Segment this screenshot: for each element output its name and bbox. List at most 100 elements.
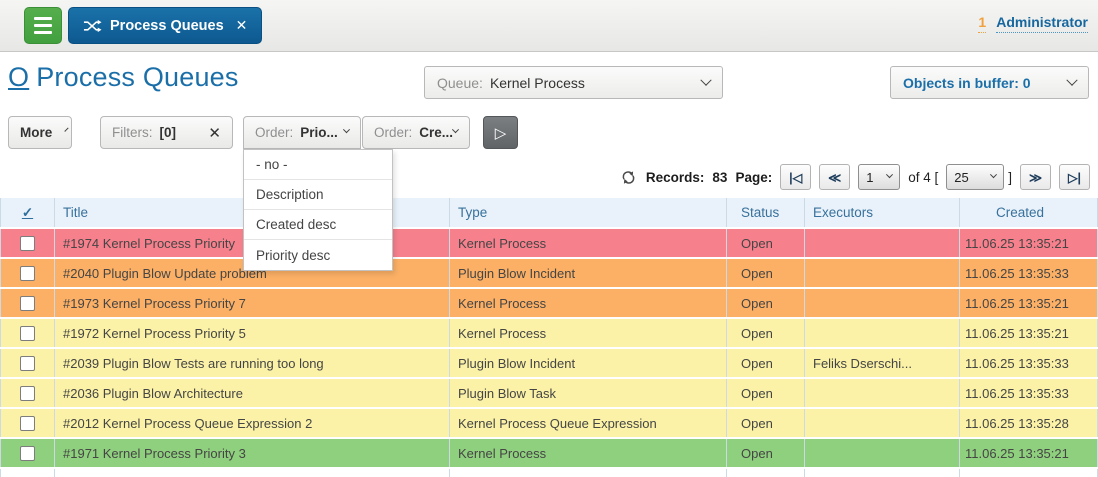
records-label: Records:	[646, 170, 705, 185]
buffer-label: Objects in buffer:	[903, 75, 1019, 91]
menu-button[interactable]	[24, 7, 62, 44]
filters-button[interactable]: Filters: [0] ✕	[100, 116, 233, 149]
cell-executors	[805, 379, 960, 407]
table-row[interactable]: #2036 Plugin Blow Architecture Plugin Bl…	[0, 379, 1098, 407]
cell-status: Open	[727, 409, 805, 437]
header-type[interactable]: Type	[450, 198, 727, 227]
page-of-text: of 4 [	[908, 170, 938, 185]
cell-created: 11.06.25 13:35:33	[960, 379, 1098, 407]
table-row[interactable]: #1971 Kernel Process Priority 3 Kernel P…	[0, 439, 1098, 467]
table-row[interactable]: #1972 Kernel Process Priority 5 Kernel P…	[0, 319, 1098, 347]
dropdown-option-description[interactable]: Description	[244, 180, 392, 210]
header-created[interactable]: Created	[960, 198, 1098, 227]
dropdown-option-no[interactable]: - no -	[244, 150, 392, 180]
app-window: Process Queues ✕ 1 Administrator OProces…	[0, 0, 1098, 477]
dropdown-option-created-desc[interactable]: Created desc	[244, 210, 392, 240]
chevron-down-icon	[452, 126, 459, 133]
header-executors[interactable]: Executors	[805, 198, 960, 227]
cell-status: Open	[727, 229, 805, 257]
row-checkbox[interactable]	[20, 446, 35, 461]
cell-created: 11.06.25 13:35:33	[960, 259, 1098, 287]
cell-executors: Feliks Dserschi...	[805, 349, 960, 377]
cell-title: #1971 Kernel Process Priority 3	[55, 439, 450, 467]
cell-created: 11.06.25 13:35:28	[960, 409, 1098, 437]
row-checkbox[interactable]	[20, 236, 35, 251]
run-button[interactable]: ▷	[483, 116, 518, 149]
cell-created: 11.06.25 13:35:21	[960, 319, 1098, 347]
chevron-down-icon	[700, 74, 711, 85]
buffer-dropdown[interactable]: Objects in buffer: 0	[890, 66, 1089, 99]
tab-process-queues[interactable]: Process Queues ✕	[68, 7, 262, 44]
cell-status: Open	[727, 319, 805, 347]
cell-type: Kernel Process	[450, 439, 727, 467]
page-label: Page:	[735, 170, 772, 185]
clear-filters-icon[interactable]: ✕	[208, 124, 221, 142]
queue-label: Queue:	[437, 75, 483, 91]
header-status[interactable]: Status	[727, 198, 805, 227]
chevron-down-icon	[886, 171, 893, 178]
topbar: Process Queues ✕ 1 Administrator	[0, 0, 1098, 52]
first-page-button[interactable]: |◁	[780, 164, 811, 190]
order-priority-dropdown[interactable]: Order: Prio...	[243, 116, 361, 149]
more-button[interactable]: More	[8, 116, 72, 149]
user-area: 1 Administrator	[978, 14, 1088, 33]
cell-executors	[805, 409, 960, 437]
select-all-link[interactable]: ✓	[22, 205, 33, 220]
table-row[interactable]: #2040 Plugin Blow Update problem Plugin …	[0, 259, 1098, 287]
filters-label: Filters:	[112, 125, 153, 140]
bracket-close: ]	[1008, 170, 1012, 185]
cell-type: Kernel Process Queue Expression	[450, 409, 727, 437]
page-size-select[interactable]: 25	[946, 164, 1004, 190]
prev-page-button[interactable]: ≪	[819, 164, 850, 190]
notification-count[interactable]: 1	[978, 14, 986, 33]
table-row[interactable]: #1974 Kernel Process Priority Kernel Pro…	[0, 229, 1098, 257]
table-row[interactable]: #1973 Kernel Process Priority 7 Kernel P…	[0, 289, 1098, 317]
cell-status: Open	[727, 349, 805, 377]
cell-status: Open	[727, 379, 805, 407]
cell-title: #2036 Plugin Blow Architecture	[55, 379, 450, 407]
cell-created: 11.06.25 13:35:21	[960, 229, 1098, 257]
order-dropdown-menu: - no - Description Created desc Priority…	[243, 149, 393, 271]
user-link[interactable]: Administrator	[996, 14, 1088, 33]
process-queue-table: ✓ Title Type Status Executors Created #1…	[0, 196, 1098, 477]
tab-label: Process Queues	[110, 18, 224, 34]
row-checkbox[interactable]	[20, 356, 35, 371]
cell-title: #1972 Kernel Process Priority 5	[55, 319, 450, 347]
row-checkbox[interactable]	[20, 386, 35, 401]
cell-created: 11.06.25 13:35:33	[960, 349, 1098, 377]
cell-type: Plugin Blow Incident	[450, 259, 727, 287]
row-checkbox[interactable]	[20, 296, 35, 311]
row-checkbox[interactable]	[20, 266, 35, 281]
refresh-icon[interactable]	[621, 170, 636, 185]
table-row[interactable]: #2039 Plugin Blow Tests are running too …	[0, 349, 1098, 377]
last-page-button[interactable]: ▷|	[1059, 164, 1090, 190]
row-checkbox[interactable]	[20, 326, 35, 341]
cell-type: Kernel Process	[450, 319, 727, 347]
tab-close-icon[interactable]: ✕	[236, 17, 248, 34]
cell-executors	[805, 319, 960, 347]
queue-value: Kernel Process	[490, 75, 585, 91]
dropdown-option-priority-desc[interactable]: Priority desc	[244, 240, 392, 270]
table-row[interactable]: #2012 Kernel Process Queue Expression 2 …	[0, 409, 1098, 437]
shuffle-icon	[83, 19, 102, 33]
play-icon: ▷	[495, 124, 507, 142]
cell-status: Open	[727, 259, 805, 287]
hamburger-icon	[34, 17, 52, 20]
order-created-dropdown[interactable]: Order: Cre...	[362, 116, 470, 149]
records-count: 83	[712, 170, 727, 185]
cell-type: Plugin Blow Task	[450, 379, 727, 407]
filters-count: [0]	[160, 125, 177, 140]
cell-title: #1973 Kernel Process Priority 7	[55, 289, 450, 317]
chevron-down-icon	[990, 171, 997, 178]
table-header-row: ✓ Title Type Status Executors Created	[0, 198, 1098, 227]
chevron-down-icon	[65, 128, 69, 132]
queue-select[interactable]: Queue: Kernel Process	[424, 66, 723, 99]
page-select[interactable]: 1	[858, 164, 900, 190]
table-row-partial	[0, 469, 1098, 477]
chevron-down-icon	[1066, 74, 1077, 85]
cell-type: Kernel Process	[450, 229, 727, 257]
next-page-button[interactable]: ≫	[1020, 164, 1051, 190]
cell-created: 11.06.25 13:35:21	[960, 289, 1098, 317]
cell-executors	[805, 439, 960, 467]
row-checkbox[interactable]	[20, 416, 35, 431]
